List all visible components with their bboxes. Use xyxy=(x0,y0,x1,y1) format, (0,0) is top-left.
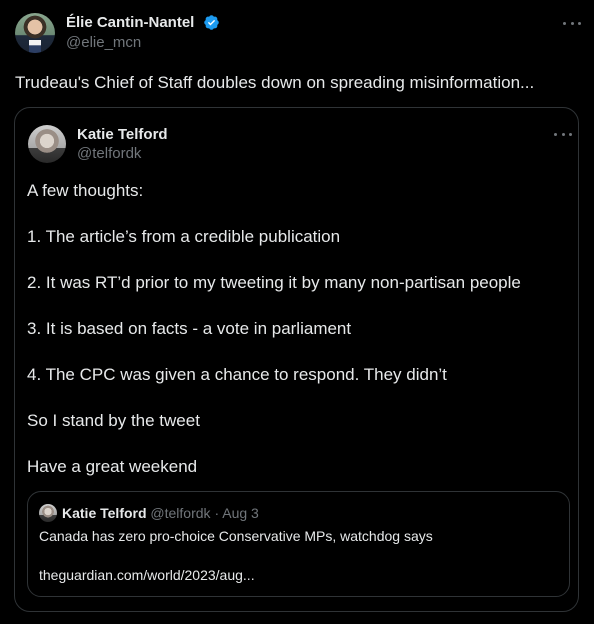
nested-author-name: Katie Telford xyxy=(62,505,147,521)
nested-date: Aug 3 xyxy=(222,505,259,521)
quoted-text-line: 2. It was RT’d prior to my tweeting it b… xyxy=(27,273,521,292)
tweet-text: Trudeau's Chief of Staff doubles down on… xyxy=(15,73,535,92)
quoted-author-avatar[interactable] xyxy=(28,125,66,163)
nested-header: Katie Telford @telfordk · Aug 3 xyxy=(62,504,259,522)
quoted-tweet-text: A few thoughts: 1. The article’s from a … xyxy=(27,180,521,502)
quoted-text-line: Have a great weekend xyxy=(27,457,198,476)
tweet: Élie Cantin-Nantel @elie_mcn Trudeau's C… xyxy=(0,0,594,624)
verified-badge-icon xyxy=(204,15,219,30)
quoted-tweet[interactable]: Katie Telford @telfordk A few thoughts: … xyxy=(14,107,579,612)
quoted-author-handle[interactable]: @telfordk xyxy=(77,145,141,163)
author-name[interactable]: Élie Cantin-Nantel xyxy=(66,13,194,33)
author-handle[interactable]: @elie_mcn xyxy=(66,34,141,52)
more-options-icon[interactable] xyxy=(563,16,581,30)
quoted-more-options-icon[interactable] xyxy=(554,127,572,141)
nested-separator: · xyxy=(214,505,220,521)
author-avatar[interactable] xyxy=(15,13,55,53)
quoted-text-line: So I stand by the tweet xyxy=(27,411,200,430)
quoted-author-name[interactable]: Katie Telford xyxy=(77,125,168,144)
nested-quoted-tweet[interactable]: Katie Telford @telfordk · Aug 3 Canada h… xyxy=(27,491,570,597)
quoted-text-line: A few thoughts: xyxy=(27,181,144,200)
nested-tweet-text: Canada has zero pro-choice Conservative … xyxy=(39,528,433,544)
nested-link[interactable]: theguardian.com/world/2023/aug... xyxy=(39,566,255,584)
quoted-text-line: 3. It is based on facts - a vote in parl… xyxy=(27,319,352,338)
nested-author-avatar xyxy=(39,504,57,522)
quoted-text-line: 1. The article’s from a credible publica… xyxy=(27,227,341,246)
quoted-text-line: 4. The CPC was given a chance to respond… xyxy=(27,365,447,384)
nested-author-handle: @telfordk xyxy=(150,505,211,521)
avatar-shirt xyxy=(29,40,41,53)
